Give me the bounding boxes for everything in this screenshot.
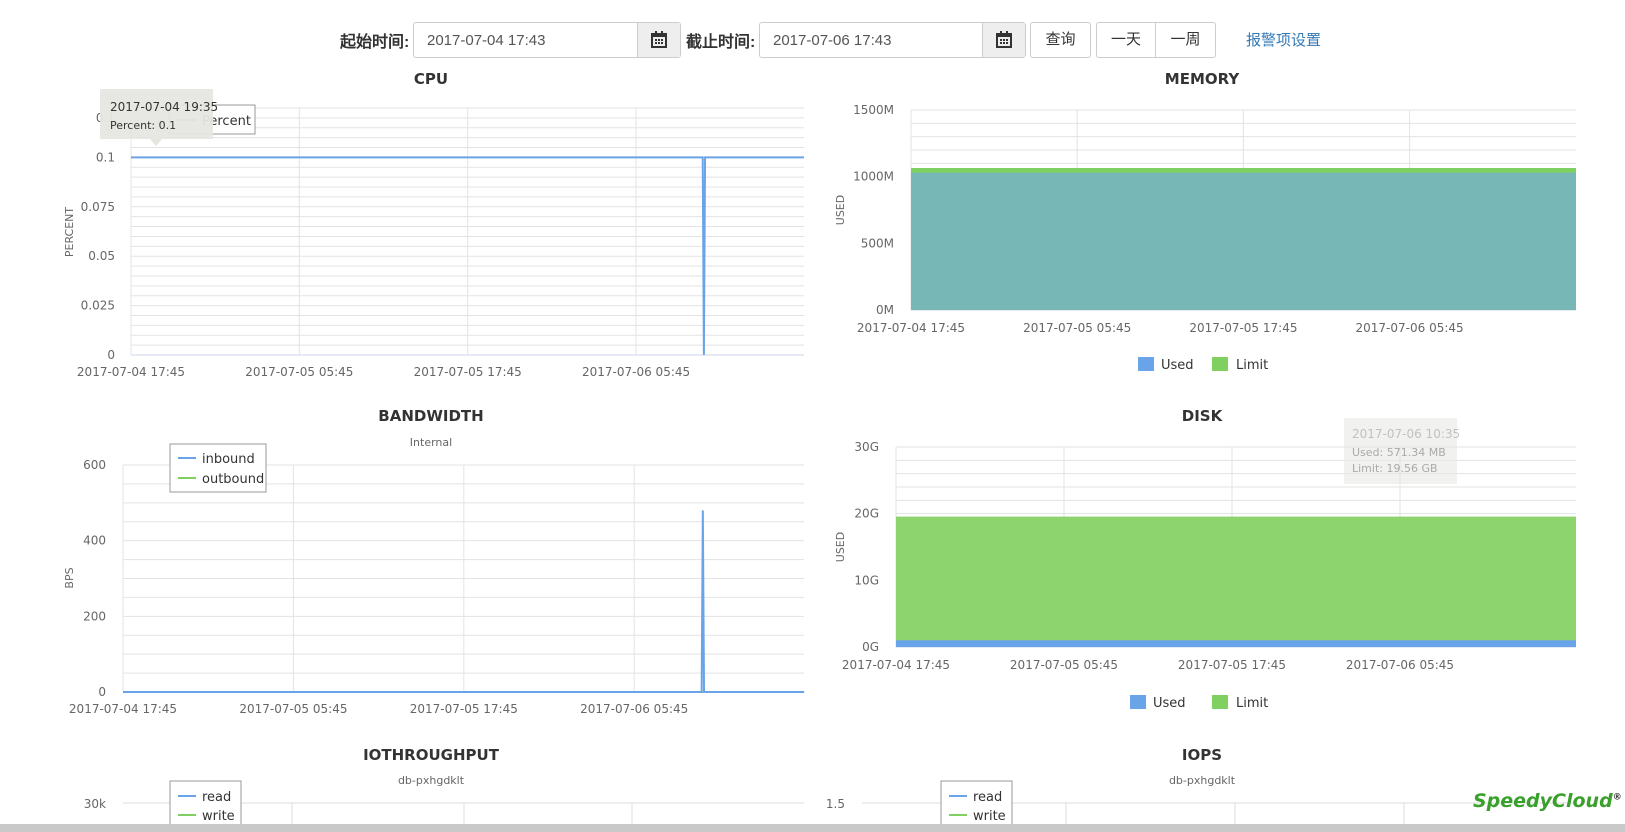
brand-text: SpeedyCloud	[1473, 790, 1613, 812]
iops-legend-write[interactable]: write	[973, 809, 1006, 824]
brand-registered-mark: ®	[1612, 792, 1622, 803]
speedycloud-logo: SpeedyCloud®	[1473, 790, 1622, 812]
iops-legend-read[interactable]: read	[973, 790, 1002, 805]
iops-y-tick: 1.5	[826, 797, 845, 811]
iops-chart-subtitle: db-pxhgdklt	[1169, 774, 1236, 787]
horizontal-scrollbar[interactable]	[0, 824, 1625, 832]
iops-chart-title: IOPS	[1182, 746, 1222, 764]
iops-chart: IOPS db-pxhgdklt 1.5 read write	[826, 746, 1576, 830]
